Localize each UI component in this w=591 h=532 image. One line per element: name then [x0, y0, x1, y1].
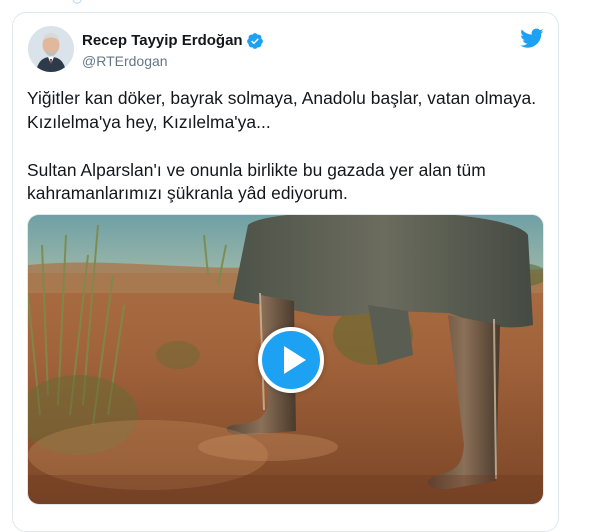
author-handle[interactable]: @RTErdogan [82, 52, 168, 70]
play-button[interactable] [258, 327, 324, 393]
video-player[interactable] [27, 214, 544, 505]
avatar-image [28, 26, 74, 72]
play-icon [284, 346, 306, 374]
tweet-paragraph: Yiğitler kan döker, bayrak solmaya, Anad… [27, 88, 537, 132]
tweet-paragraph: Sultan Alparslan'ı ve onunla birlikte bu… [27, 159, 486, 204]
verified-badge-icon [246, 33, 263, 49]
twitter-bird-icon[interactable] [520, 26, 544, 50]
author-name[interactable]: Recep Tayyip Erdoğan [82, 32, 243, 50]
avatar[interactable] [28, 26, 74, 72]
tweet-text: Yiğitler kan döker, bayrak solmaya, Anad… [27, 87, 547, 206]
tweet-card[interactable]: Recep Tayyip Erdoğan @RTErdogan Yiğitler… [12, 12, 559, 532]
partial-icon: ◡ [72, 0, 86, 4]
